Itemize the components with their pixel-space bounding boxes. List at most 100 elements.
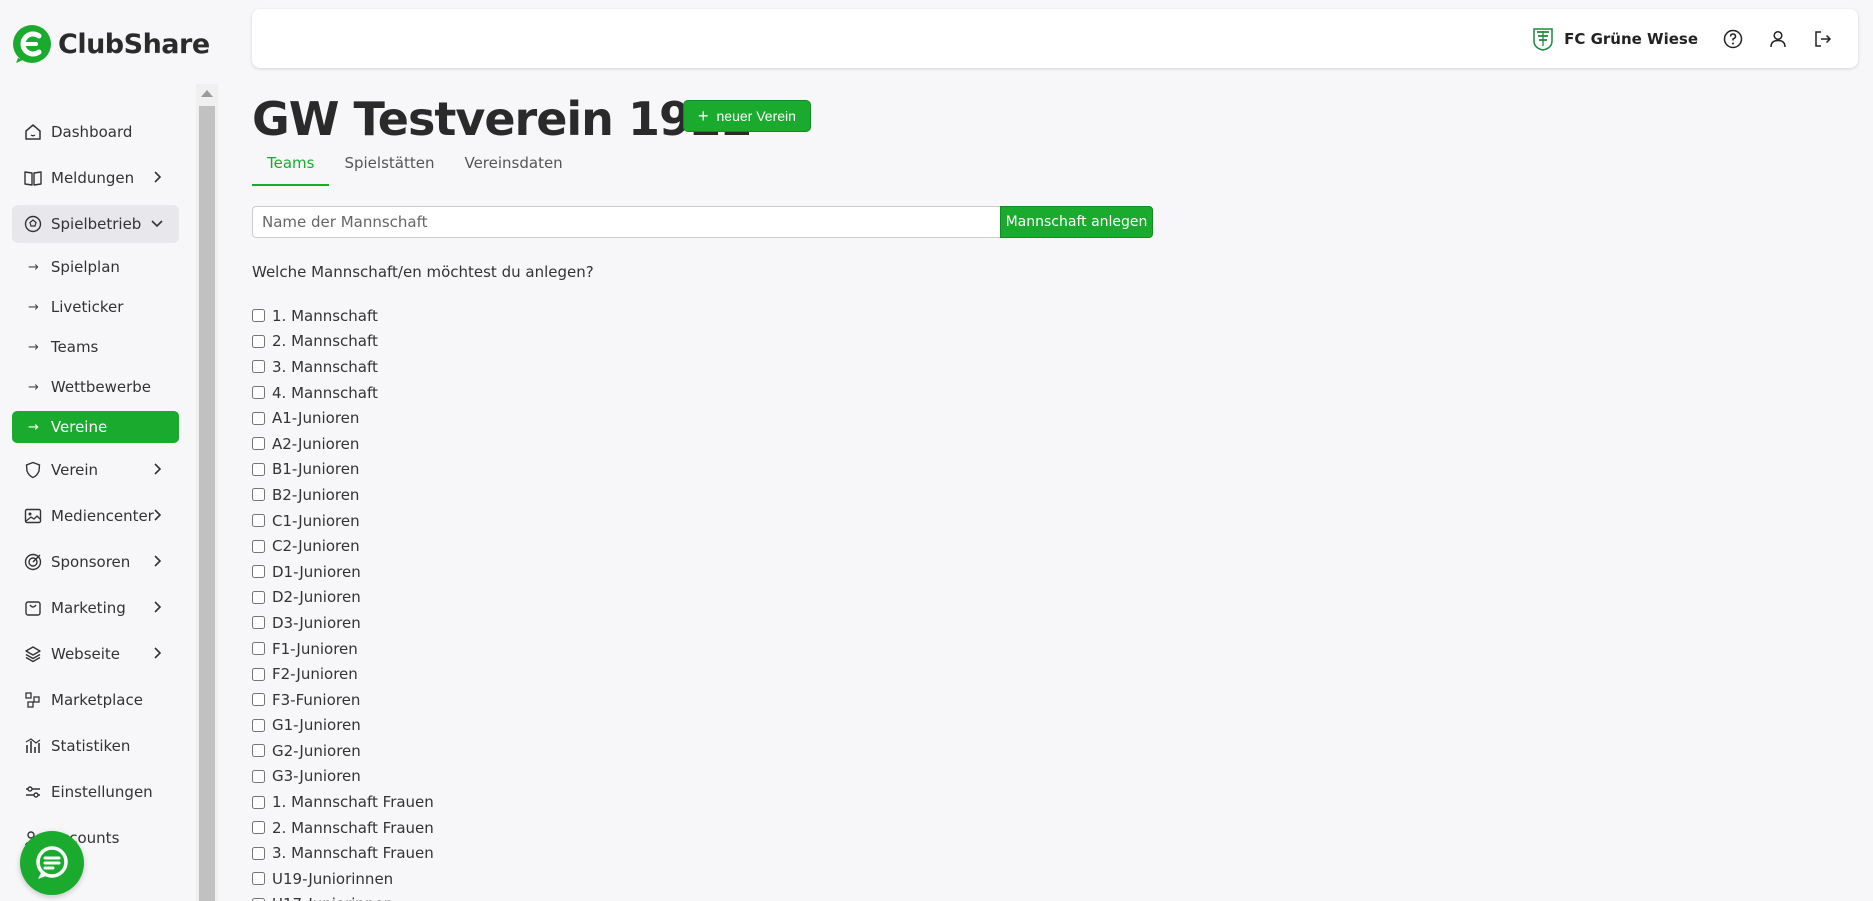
nav-label: Meldungen (51, 169, 135, 187)
nav-sub-wettbewerbe[interactable]: → Wettbewerbe (12, 371, 179, 403)
app-logo[interactable]: ClubShare (12, 24, 210, 64)
nav-marketing[interactable]: Marketing (12, 589, 179, 627)
team-checkbox-label: 2. Mannschaft Frauen (272, 818, 434, 837)
nav-sponsoren[interactable]: Sponsoren (12, 543, 179, 581)
nav-sub-liveticker[interactable]: → Liveticker (12, 291, 179, 323)
nav-meldungen[interactable]: Meldungen (12, 159, 179, 197)
nav-sub-label: Spielplan (50, 258, 120, 276)
team-checkbox-label: D2-Junioren (272, 588, 361, 607)
team-checkbox[interactable] (252, 360, 265, 374)
club-switcher[interactable]: FC Grüne Wiese (1532, 27, 1698, 51)
tab-vereinsdaten[interactable]: Vereinsdaten (449, 154, 577, 186)
team-checkbox-item[interactable]: 2. Mannschaft (252, 329, 652, 355)
team-checkbox[interactable] (252, 744, 265, 758)
nav-sub-teams[interactable]: → Teams (12, 331, 179, 363)
team-checkbox-item[interactable]: C1-Junioren (252, 508, 652, 534)
team-checkbox[interactable] (252, 309, 265, 323)
team-checkbox[interactable] (252, 437, 265, 451)
team-checkbox-label: B1-Junioren (272, 460, 360, 479)
team-checkbox[interactable] (252, 667, 265, 681)
team-checkbox[interactable] (252, 411, 265, 425)
profile-button[interactable] (1767, 28, 1789, 50)
team-checkbox-item[interactable]: F1-Junioren (252, 636, 652, 662)
nav-label: Marketing (51, 599, 126, 617)
team-checkbox-item[interactable]: G1-Junioren (252, 713, 652, 739)
team-checkbox[interactable] (252, 846, 265, 860)
team-checkbox[interactable] (252, 590, 265, 604)
team-checkbox[interactable] (252, 462, 265, 476)
team-checkbox-item[interactable]: G3-Junioren (252, 764, 652, 790)
team-checkbox[interactable] (252, 514, 265, 528)
arrow-right-icon: → (28, 299, 39, 315)
team-checkbox[interactable] (252, 334, 265, 348)
team-checkbox-item[interactable]: A2-Junioren (252, 431, 652, 457)
logout-button[interactable] (1812, 28, 1834, 50)
tab-spielstaetten[interactable]: Spielstätten (329, 154, 449, 186)
team-checkbox-label: G3-Junioren (272, 767, 361, 786)
team-checkbox[interactable] (252, 769, 265, 783)
team-checkbox-item[interactable]: C2-Junioren (252, 533, 652, 559)
chevron-right-icon (154, 555, 162, 567)
team-checkbox[interactable] (252, 565, 265, 579)
team-checkbox[interactable] (252, 872, 265, 886)
team-checkbox-item[interactable]: 3. Mannschaft Frauen (252, 840, 652, 866)
nav-einstellungen[interactable]: Einstellungen (12, 773, 179, 811)
nav-statistiken[interactable]: Statistiken (12, 727, 179, 765)
team-checkbox[interactable] (252, 795, 265, 809)
team-checkbox-label: D1-Junioren (272, 562, 361, 581)
shield-icon (24, 461, 42, 479)
chevron-right-icon (154, 601, 162, 613)
new-club-button[interactable]: + neuer Verein (683, 100, 811, 132)
tab-teams[interactable]: Teams (252, 154, 330, 186)
team-name-input[interactable] (252, 206, 1000, 238)
scrollbar-thumb[interactable] (199, 106, 215, 901)
team-checkbox[interactable] (252, 488, 265, 502)
team-checkbox[interactable] (252, 718, 265, 732)
team-checkbox-item[interactable]: 1. Mannschaft (252, 303, 652, 329)
create-team-button[interactable]: Mannschaft anlegen (1000, 206, 1153, 238)
nav-label: Dashboard (51, 123, 133, 141)
target-icon (24, 553, 42, 571)
team-checkbox-item[interactable]: 1. Mannschaft Frauen (252, 789, 652, 815)
nav-sub-spielplan[interactable]: → Spielplan (12, 251, 179, 283)
nav-marketplace[interactable]: Marketplace (12, 681, 179, 719)
team-checkbox-label: D3-Junioren (272, 613, 361, 632)
team-checkbox[interactable] (252, 386, 265, 400)
nav-verein[interactable]: Verein (12, 451, 179, 489)
team-checkbox-item[interactable]: F3-Funioren (252, 687, 652, 713)
team-checkbox[interactable] (252, 642, 265, 656)
nav-sub-label: Wettbewerbe (50, 378, 152, 396)
team-checkbox[interactable] (252, 616, 265, 630)
team-checkbox-item[interactable]: G2-Junioren (252, 738, 652, 764)
team-checkbox[interactable] (252, 539, 265, 553)
scroll-up-arrow-icon[interactable] (201, 90, 213, 97)
nav-spielbetrieb[interactable]: Spielbetrieb (12, 205, 179, 243)
home-icon (24, 123, 42, 141)
team-checkbox-item[interactable]: U17-Juniorinnen (252, 892, 652, 901)
team-checkbox-item[interactable]: D1-Junioren (252, 559, 652, 585)
nav-webseite[interactable]: Webseite (12, 635, 179, 673)
chat-button[interactable] (20, 831, 84, 895)
team-checkbox-item[interactable]: B2-Junioren (252, 482, 652, 508)
team-checkbox-item[interactable]: 4. Mannschaft (252, 380, 652, 406)
nav-label: Mediencenter (51, 507, 154, 525)
team-checkbox-item[interactable]: D3-Junioren (252, 610, 652, 636)
team-checkbox-item[interactable]: 3. Mannschaft (252, 354, 652, 380)
club-crest-icon (1533, 28, 1553, 51)
nav-sub-vereine[interactable]: → Vereine (12, 411, 179, 443)
team-checkbox-item[interactable]: D2-Junioren (252, 585, 652, 611)
nav-mediencenter[interactable]: Mediencenter (12, 497, 179, 535)
team-checkbox-label: 1. Mannschaft (272, 306, 378, 325)
team-checkbox-item[interactable]: 2. Mannschaft Frauen (252, 815, 652, 841)
team-checkbox-label: F3-Funioren (272, 690, 361, 709)
team-checkbox-item[interactable]: A1-Junioren (252, 405, 652, 431)
nav-dashboard[interactable]: Dashboard (12, 113, 179, 151)
team-checkbox[interactable] (252, 821, 265, 835)
help-button[interactable] (1722, 28, 1744, 50)
team-checkbox-item[interactable]: B1-Junioren (252, 457, 652, 483)
sidebar-scrollbar[interactable] (196, 84, 218, 901)
user-icon (1770, 30, 1786, 48)
team-checkbox-item[interactable]: F2-Junioren (252, 661, 652, 687)
team-checkbox[interactable] (252, 693, 265, 707)
team-checkbox-item[interactable]: U19-Juniorinnen (252, 866, 652, 892)
